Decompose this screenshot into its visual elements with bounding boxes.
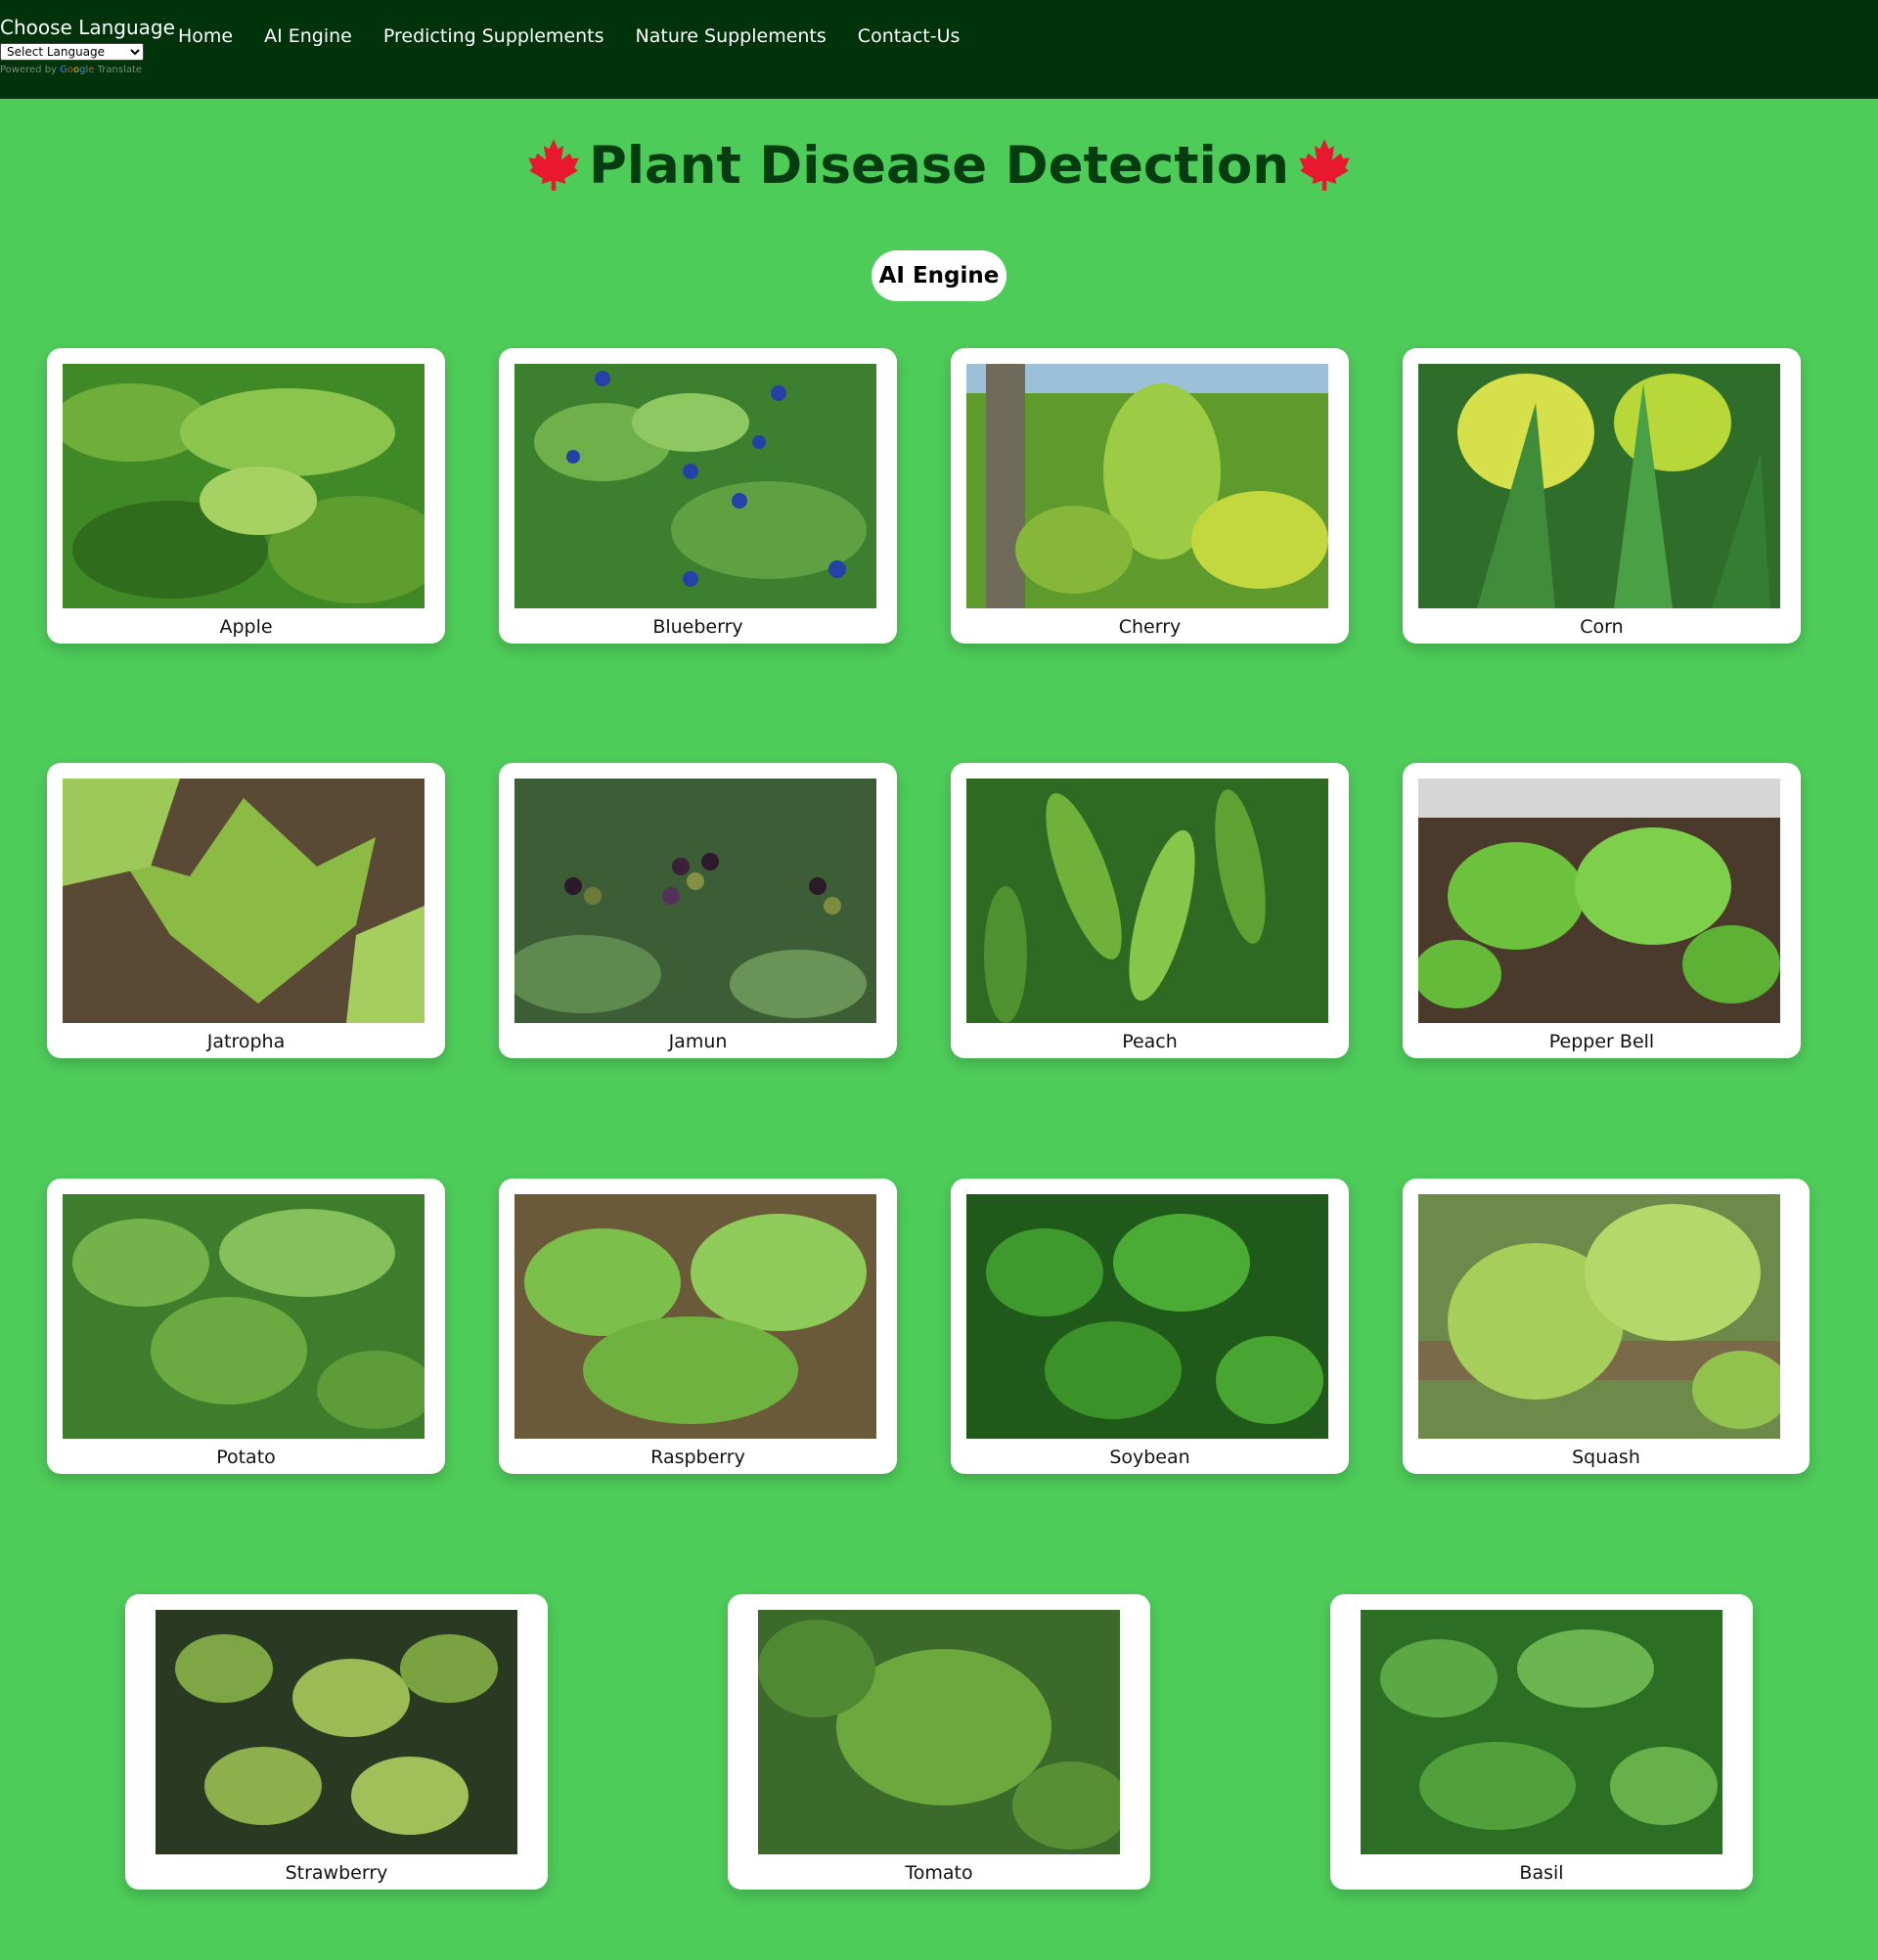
plant-card-label: Soybean xyxy=(1109,1447,1190,1468)
plant-card-peach[interactable]: Peach xyxy=(951,763,1349,1058)
navbar: Choose Language Select Language Powered … xyxy=(0,0,1878,99)
nav-home[interactable]: Home xyxy=(178,23,233,49)
nav-nature-supplements[interactable]: Nature Supplements xyxy=(636,23,827,49)
apple-leaves-photo xyxy=(63,364,425,608)
language-selector: Choose Language Select Language Powered … xyxy=(0,14,175,75)
plant-card-blueberry[interactable]: Blueberry xyxy=(499,348,897,644)
plant-card-label: Cherry xyxy=(1118,616,1182,638)
plant-card-label: Raspberry xyxy=(650,1447,745,1468)
raspberry-leaves-photo xyxy=(514,1194,876,1439)
translate-text: Translate xyxy=(97,65,143,75)
jamun-berries-photo xyxy=(514,779,876,1023)
plant-card-strawberry[interactable]: Strawberry xyxy=(125,1594,548,1890)
maple-leaf-icon xyxy=(528,139,579,192)
plant-card-label: Apple xyxy=(219,616,273,638)
plant-card-label: Corn xyxy=(1580,616,1624,638)
jatropha-leaves-photo xyxy=(63,779,425,1023)
ai-engine-button[interactable]: AI Engine xyxy=(872,250,1006,301)
plant-card-raspberry[interactable]: Raspberry xyxy=(499,1179,897,1474)
plant-card-basil[interactable]: Basil xyxy=(1330,1594,1753,1890)
basil-leaves-photo xyxy=(1361,1610,1722,1854)
plant-card-label: Basil xyxy=(1519,1862,1564,1884)
plant-card-label: Jamun xyxy=(668,1031,728,1052)
plant-card-label: Jatropha xyxy=(206,1031,286,1052)
page-title: Plant Disease Detection xyxy=(0,129,1878,203)
soybean-leaves-photo xyxy=(966,1194,1328,1439)
plant-card-label: Peach xyxy=(1122,1031,1178,1052)
plant-card-label: Tomato xyxy=(905,1862,973,1884)
plant-card-jamun[interactable]: Jamun xyxy=(499,763,897,1058)
plant-card-jatropha[interactable]: Jatropha xyxy=(47,763,445,1058)
potato-plants-photo xyxy=(63,1194,425,1439)
strawberry-leaves-photo xyxy=(156,1610,517,1854)
language-select[interactable]: Select Language xyxy=(0,43,144,61)
page-title-text: Plant Disease Detection xyxy=(589,136,1289,196)
plant-card-squash[interactable]: Squash xyxy=(1403,1179,1810,1474)
plant-card-tomato[interactable]: Tomato xyxy=(728,1594,1150,1890)
plant-card-cherry[interactable]: Cherry xyxy=(951,348,1349,644)
squash-leaves-photo xyxy=(1418,1194,1780,1439)
google-logo: Google xyxy=(60,65,95,75)
powered-by-text: Powered by xyxy=(0,65,57,75)
plant-card-apple[interactable]: Apple xyxy=(47,348,445,644)
plant-card-corn[interactable]: Corn xyxy=(1403,348,1801,644)
plant-card-label: Pepper Bell xyxy=(1548,1031,1655,1052)
nav-contact-us[interactable]: Contact-Us xyxy=(858,23,961,49)
plant-card-label: Strawberry xyxy=(285,1862,388,1884)
plant-card-soybean[interactable]: Soybean xyxy=(951,1179,1349,1474)
plant-card-label: Potato xyxy=(216,1447,276,1468)
tomato-plant-photo xyxy=(758,1610,1120,1854)
plant-card-label: Blueberry xyxy=(652,616,743,638)
peach-leaves-photo xyxy=(966,779,1328,1023)
powered-by-google-translate[interactable]: Powered by Google Translate xyxy=(0,65,175,75)
blueberry-bush-photo xyxy=(514,364,876,608)
nav-predicting-supplements[interactable]: Predicting Supplements xyxy=(383,23,604,49)
cherry-leaves-photo xyxy=(966,364,1328,608)
choose-language-label: Choose Language xyxy=(0,16,175,39)
maple-leaf-icon xyxy=(1299,139,1350,192)
main-nav: Home AI Engine Predicting Supplements Na… xyxy=(178,23,991,49)
corn-plants-photo xyxy=(1418,364,1780,608)
plant-card-label: Squash xyxy=(1572,1447,1640,1468)
plant-card-potato[interactable]: Potato xyxy=(47,1179,445,1474)
plant-card-pepper-bell[interactable]: Pepper Bell xyxy=(1403,763,1801,1058)
pepper-bell-plants-photo xyxy=(1418,779,1780,1023)
nav-ai-engine[interactable]: AI Engine xyxy=(264,23,352,49)
